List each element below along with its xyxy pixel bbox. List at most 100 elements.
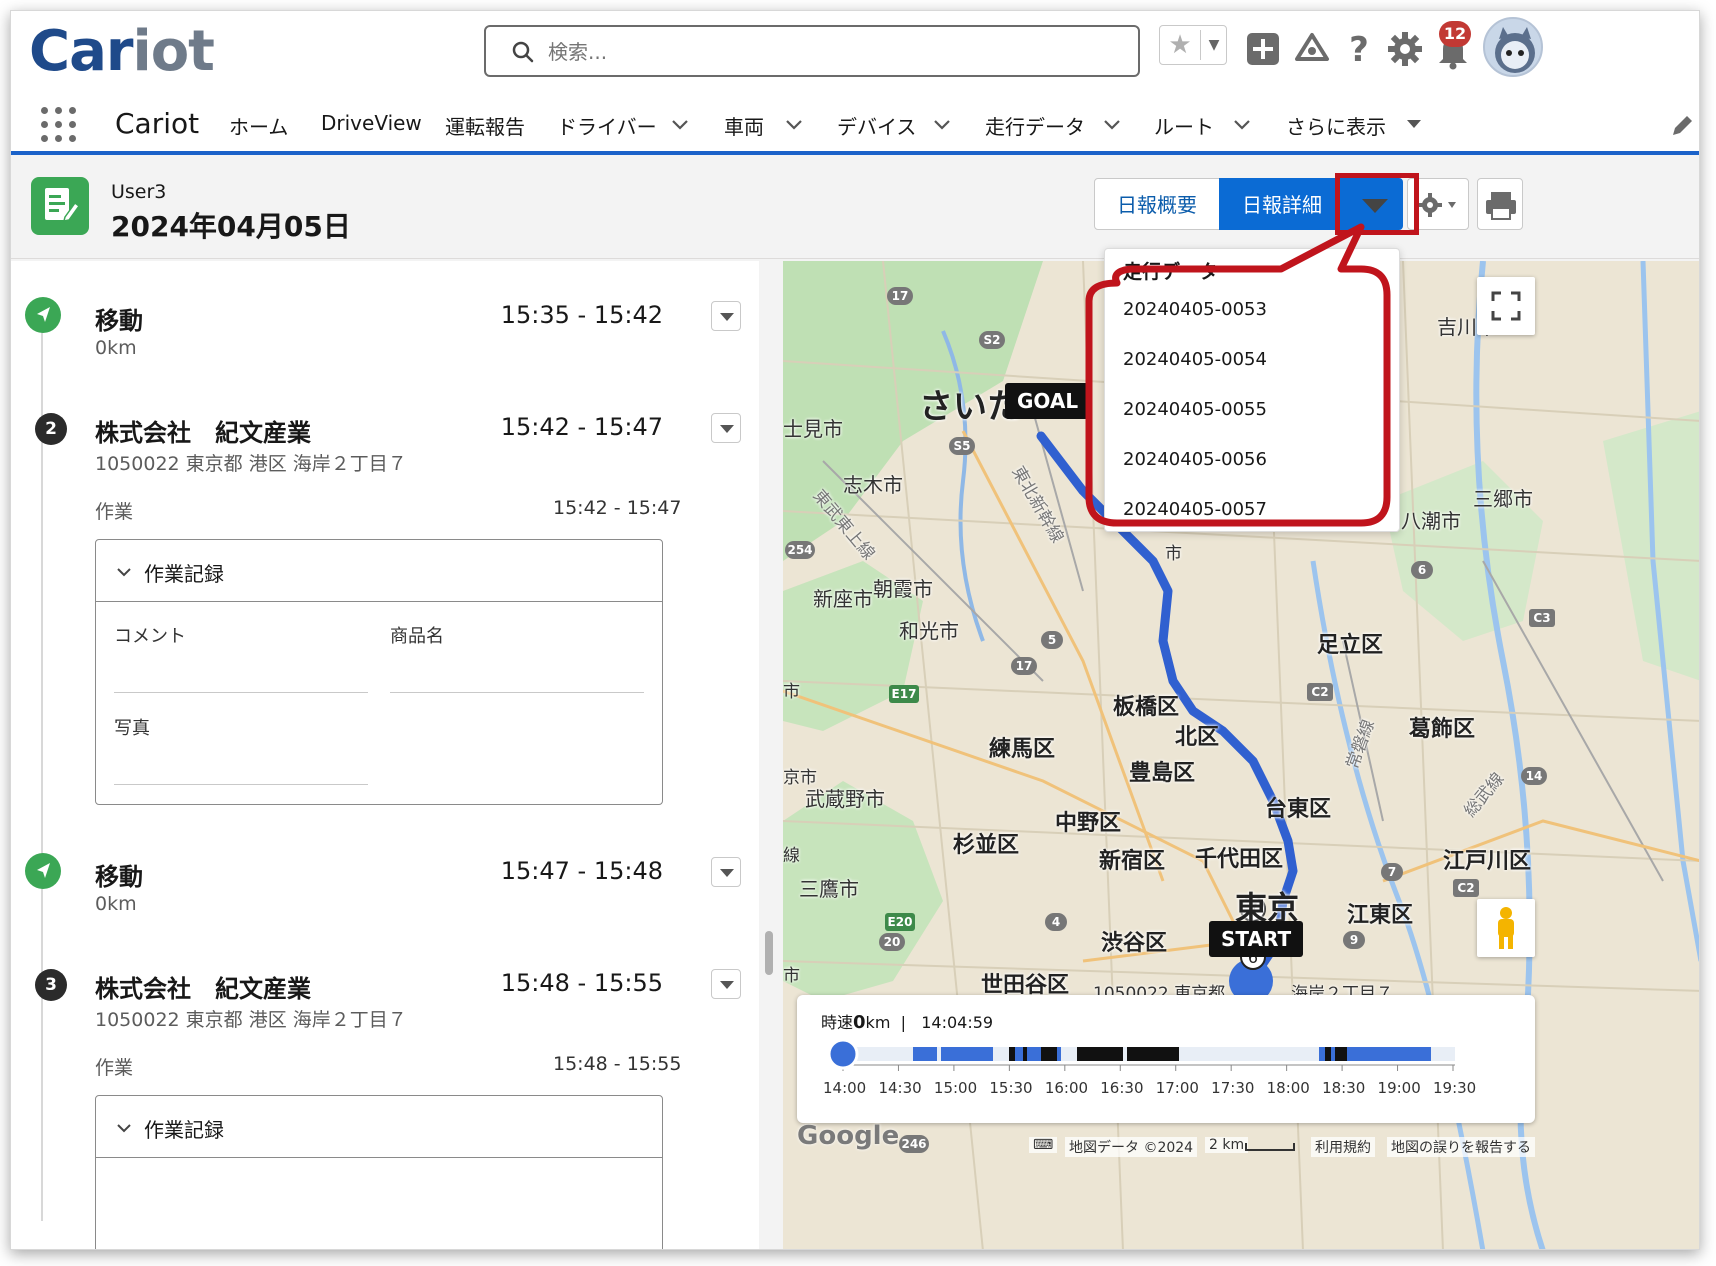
- terms-link[interactable]: 利用規約: [1311, 1137, 1375, 1157]
- chevron-down-icon[interactable]: [1101, 113, 1123, 135]
- nav-item-6[interactable]: 走行データ: [985, 111, 1085, 140]
- dropdown-item[interactable]: 20240405-0056: [1123, 449, 1267, 470]
- dropdown-item[interactable]: 20240405-0057: [1123, 499, 1267, 520]
- scrollbar[interactable]: [765, 931, 773, 975]
- map-label-nerima: 練馬区: [989, 737, 1056, 762]
- map-label-asaka: 朝霞市: [873, 577, 933, 601]
- chevron-down-icon[interactable]: [783, 113, 805, 135]
- task-label: 作業: [95, 501, 134, 523]
- current-time: 14:04:59: [921, 1013, 994, 1032]
- timeline-tick-label: 17:30: [1211, 1079, 1255, 1097]
- chevron-down-icon[interactable]: ▼: [1204, 30, 1224, 60]
- chevron-down-icon: [117, 1124, 131, 1133]
- global-header: Cariot ★ ▼ ? 12: [11, 11, 1699, 99]
- pegman-icon: [1498, 907, 1514, 949]
- timeline-tick-label: 16:30: [1100, 1079, 1144, 1097]
- task-label: 作業: [95, 1057, 134, 1079]
- report-error-link[interactable]: 地図の誤りを報告する: [1387, 1137, 1535, 1157]
- star-icon[interactable]: ★: [1164, 29, 1196, 61]
- nav-item-0[interactable]: ホーム: [229, 111, 288, 140]
- comment-field[interactable]: [114, 692, 368, 693]
- svg-text:?: ?: [1349, 30, 1369, 69]
- svg-text:E17: E17: [892, 687, 917, 701]
- speed-value: 0: [853, 1012, 866, 1033]
- speed-separator: |: [900, 1013, 906, 1032]
- chevron-down-icon[interactable]: [1231, 113, 1253, 135]
- fullscreen-icon: [1491, 291, 1521, 321]
- product-field[interactable]: [390, 692, 644, 693]
- help-icon[interactable]: ?: [1339, 29, 1379, 69]
- waffle-icon[interactable]: [41, 107, 81, 147]
- timeline-tick-label: 19:30: [1433, 1079, 1477, 1097]
- svg-text:7: 7: [1388, 865, 1396, 879]
- nav-item-2[interactable]: 運転報告: [445, 111, 525, 140]
- timeline-tick-label: 15:00: [933, 1079, 978, 1097]
- record-title: 2024年04月05日: [111, 210, 351, 243]
- nav-item-4[interactable]: 車両: [724, 111, 764, 140]
- map-footer: ⌨ 地図データ ©2024 2 km 利用規約 地図の誤りを報告する: [783, 1131, 1699, 1159]
- event-title: 移動: [95, 863, 143, 891]
- map-label-yashio: 八潮市: [1401, 509, 1461, 533]
- dropdown-item[interactable]: 20240405-0053: [1123, 299, 1267, 320]
- dropdown-item[interactable]: 20240405-0054: [1123, 349, 1267, 370]
- event-menu-button[interactable]: [711, 413, 741, 443]
- event-menu-button[interactable]: [711, 301, 741, 331]
- work-record-header[interactable]: 作業記録: [96, 1096, 662, 1158]
- map-label-fragment: 京市: [783, 768, 817, 788]
- report-icon-glyph: [45, 188, 81, 222]
- nav-item-1[interactable]: DriveView: [321, 111, 422, 135]
- nav-item-5[interactable]: デバイス: [837, 111, 916, 140]
- timeline-scrubber[interactable]: [827, 1038, 859, 1070]
- event-time: 15:42 - 15:47: [500, 413, 663, 441]
- timeline-track[interactable]: [797, 1035, 1535, 1115]
- map-label-taito: 台東区: [1265, 797, 1332, 822]
- favorites-button[interactable]: ★ ▼: [1159, 25, 1227, 65]
- header-icons: ★ ▼ ? 12: [11, 11, 1699, 77]
- stop-number-badge: 3: [35, 969, 67, 1001]
- svg-text:4: 4: [1052, 915, 1060, 929]
- map-label-suginami: 杉並区: [953, 833, 1020, 858]
- goal-marker[interactable]: GOAL: [1005, 383, 1091, 419]
- nav-item-8[interactable]: さらに表示: [1286, 111, 1386, 140]
- nav-item-7[interactable]: ルート: [1154, 111, 1214, 140]
- event-time: 15:35 - 15:42: [500, 301, 663, 329]
- timeline-tick-label: 15:30: [989, 1079, 1033, 1097]
- settings-icon[interactable]: [1385, 29, 1425, 69]
- map-label-koto: 江東区: [1347, 903, 1414, 928]
- dropdown-item[interactable]: 20240405-0055: [1123, 399, 1267, 420]
- trailhead-icon[interactable]: [1291, 29, 1333, 69]
- fullscreen-button[interactable]: [1477, 277, 1535, 335]
- map-label-itabashi: 板橋区: [1113, 695, 1180, 720]
- detail-button[interactable]: 日報詳細: [1219, 178, 1345, 230]
- map-scale[interactable]: 2 km: [1205, 1137, 1249, 1153]
- map-label-chiyoda: 千代田区: [1195, 847, 1284, 872]
- map-label-edogawa: 江戸川区: [1443, 849, 1532, 874]
- add-icon[interactable]: [1243, 29, 1283, 69]
- event-menu-button[interactable]: [711, 969, 741, 999]
- work-record-header[interactable]: 作業記録: [96, 540, 662, 602]
- stop-number-badge: 2: [35, 413, 67, 445]
- pencil-icon[interactable]: [1669, 113, 1695, 139]
- print-button[interactable]: [1477, 178, 1523, 230]
- nav-item-3[interactable]: ドライバー: [557, 111, 657, 140]
- map-label-fragment: 市: [783, 966, 800, 986]
- chevron-down-icon[interactable]: [669, 113, 691, 135]
- chevron-down-icon[interactable]: [931, 113, 953, 135]
- pegman-button[interactable]: [1477, 899, 1535, 957]
- start-marker[interactable]: START: [1209, 921, 1304, 957]
- playback-timeline[interactable]: 時速0km | 14:04:59 14:00 14:30 15:00 15:30 16: [797, 995, 1535, 1123]
- photo-field[interactable]: [114, 784, 368, 785]
- summary-button[interactable]: 日報概要: [1094, 178, 1220, 230]
- svg-text:E20: E20: [888, 915, 913, 929]
- chevron-down-icon[interactable]: [1403, 113, 1425, 135]
- keyboard-shortcuts-icon[interactable]: ⌨: [1029, 1137, 1058, 1153]
- map-label-fragment: 市: [783, 682, 800, 702]
- app-name: Cariot: [115, 107, 200, 140]
- work-record-title: 作業記録: [144, 562, 224, 586]
- map-label-wako: 和光市: [899, 619, 959, 643]
- avatar[interactable]: [1483, 17, 1543, 77]
- work-record-card: 作業記録 コメント 商品名 写真: [95, 539, 663, 805]
- svg-text:6: 6: [1418, 563, 1426, 577]
- event-menu-button[interactable]: [711, 857, 741, 887]
- svg-text:17: 17: [892, 289, 909, 303]
